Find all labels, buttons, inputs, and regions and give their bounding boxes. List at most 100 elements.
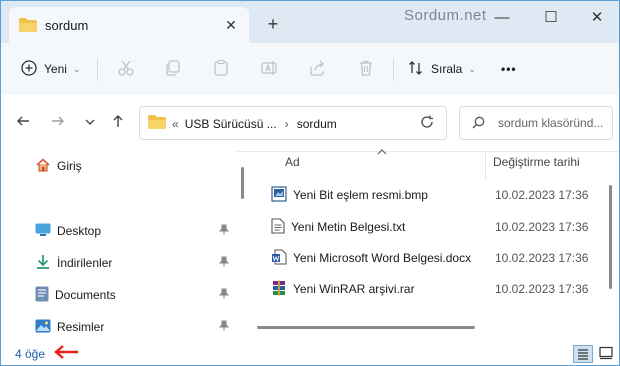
command-bar: Yeni ⌄ Sırala ⌄ ••• <box>1 43 619 96</box>
winrar-file-icon <box>271 280 287 299</box>
file-list-horizontal-scrollbar[interactable] <box>257 326 475 329</box>
item-count: 4 öğe <box>15 347 46 361</box>
file-row[interactable]: Yeni WinRAR arşivi.rar 10.02.2023 17:36 <box>271 278 601 300</box>
new-tab-button[interactable]: + <box>263 14 283 34</box>
new-button-label: Yeni <box>44 62 67 76</box>
cut-icon <box>117 59 135 80</box>
file-name: Yeni WinRAR arşivi.rar <box>293 282 415 296</box>
delete-button[interactable] <box>357 55 375 83</box>
share-button[interactable] <box>308 55 326 83</box>
sort-icon <box>408 60 424 79</box>
maximize-button[interactable]: ☐ <box>536 7 566 29</box>
watermark: Sordum.net <box>404 7 487 24</box>
download-icon <box>35 254 51 273</box>
delete-icon <box>357 59 375 80</box>
rename-button[interactable] <box>260 55 278 83</box>
file-row[interactable]: Yeni Metin Belgesi.txt 10.02.2023 17:36 <box>271 216 601 238</box>
file-date: 10.02.2023 17:36 <box>495 188 589 202</box>
folder-icon <box>19 18 37 35</box>
divider <box>97 59 98 81</box>
desktop-icon <box>35 223 51 240</box>
search-icon <box>472 116 485 132</box>
rename-icon <box>260 59 278 80</box>
search-input[interactable]: sordum klasöründ... <box>498 116 603 130</box>
chevron-down-icon: ⌄ <box>72 63 81 74</box>
back-arrow-icon[interactable] <box>13 113 33 133</box>
paste-icon <box>212 59 230 80</box>
sort-button[interactable]: Sırala ⌄ <box>408 55 476 83</box>
sidebar-item-pictures[interactable]: Resimler <box>35 316 104 338</box>
file-list-vertical-scrollbar[interactable] <box>609 185 612 289</box>
tab-sordum[interactable]: sordum ✕ <box>9 7 249 43</box>
documents-icon <box>35 286 49 305</box>
file-name: Yeni Microsoft Word Belgesi.docx <box>293 251 472 265</box>
pin-icon[interactable] <box>218 320 230 335</box>
sidebar-item-desktop[interactable]: Desktop <box>35 220 101 242</box>
pictures-icon <box>35 319 51 336</box>
sort-ascending-icon <box>377 147 387 158</box>
large-icons-view-icon <box>599 346 613 360</box>
file-row[interactable]: Yeni Bit eşlem resmi.bmp 10.02.2023 17:3… <box>271 184 601 206</box>
overflow-crumbs-icon[interactable]: « <box>172 117 179 131</box>
title-bar: sordum ✕ + Sordum.net — ☐ ✕ <box>1 1 619 43</box>
sidebar-item-label: Desktop <box>57 224 102 238</box>
sidebar-item-label: Resimler <box>57 320 105 334</box>
file-name: Yeni Bit eşlem resmi.bmp <box>293 188 428 202</box>
large-icons-view-button[interactable] <box>597 345 615 361</box>
file-date: 10.02.2023 17:36 <box>495 282 589 296</box>
search-box[interactable]: sordum klasöründ... <box>459 106 613 140</box>
chevron-down-icon: ⌄ <box>468 63 476 74</box>
up-arrow-icon[interactable] <box>108 113 128 133</box>
text-file-icon <box>271 217 285 237</box>
pin-icon[interactable] <box>218 288 230 303</box>
sidebar-item-home[interactable]: Giriş <box>35 155 82 177</box>
copy-button[interactable] <box>164 55 182 83</box>
chevron-right-icon[interactable]: › <box>285 117 289 131</box>
word-file-icon <box>271 249 287 268</box>
file-date: 10.02.2023 17:36 <box>495 220 589 234</box>
recent-locations-chevron-icon[interactable] <box>80 113 100 133</box>
share-icon <box>308 59 326 80</box>
pin-icon[interactable] <box>218 224 230 239</box>
close-tab-icon[interactable]: ✕ <box>221 15 241 35</box>
close-window-button[interactable]: ✕ <box>582 7 612 29</box>
sidebar-item-label: Giriş <box>57 159 82 173</box>
explorer-window: sordum ✕ + Sordum.net — ☐ ✕ Yeni ⌄ Sıral… <box>0 0 620 366</box>
sidebar-item-label: İndirilenler <box>57 256 113 270</box>
column-divider[interactable] <box>485 151 486 179</box>
breadcrumb-usb-drive[interactable]: USB Sürücüsü ... <box>185 117 277 131</box>
address-bar[interactable]: « USB Sürücüsü ... › sordum <box>139 106 447 140</box>
breadcrumb-sordum[interactable]: sordum <box>297 117 337 131</box>
add-icon <box>21 59 37 79</box>
navigation-pane-scrollbar[interactable] <box>241 167 244 199</box>
refresh-icon[interactable] <box>420 115 434 132</box>
details-view-button[interactable] <box>573 345 593 363</box>
more-options-button[interactable]: ••• <box>501 55 517 83</box>
status-bar: 4 öğe <box>1 341 619 365</box>
forward-arrow-icon[interactable] <box>48 113 68 133</box>
cut-button[interactable] <box>117 55 135 83</box>
copy-icon <box>164 59 182 80</box>
tab-title: sordum <box>45 18 89 33</box>
sidebar-item-documents[interactable]: Documents <box>35 284 116 306</box>
navigation-pane <box>1 151 237 341</box>
minimize-button[interactable]: — <box>487 7 517 29</box>
sort-button-label: Sırala <box>431 62 463 76</box>
sidebar-item-downloads[interactable]: İndirilenler <box>35 252 112 274</box>
divider <box>393 59 394 81</box>
pin-icon[interactable] <box>218 256 230 271</box>
bitmap-file-icon <box>271 185 287 205</box>
address-row: « USB Sürücüsü ... › sordum sordum klasö… <box>1 95 619 152</box>
column-header-name[interactable]: Ad <box>285 155 300 173</box>
annotation-arrow-icon <box>53 344 79 363</box>
column-header-modified[interactable]: Değiştirme tarihi <box>493 155 580 173</box>
sidebar-item-label: Documents <box>55 288 116 302</box>
new-button[interactable]: Yeni ⌄ <box>21 55 80 83</box>
file-name: Yeni Metin Belgesi.txt <box>291 220 406 234</box>
file-date: 10.02.2023 17:36 <box>495 251 589 265</box>
file-row[interactable]: Yeni Microsoft Word Belgesi.docx 10.02.2… <box>271 247 601 269</box>
folder-icon <box>148 115 166 132</box>
details-view-icon <box>578 349 588 360</box>
paste-button[interactable] <box>212 55 230 83</box>
home-icon <box>35 157 51 176</box>
